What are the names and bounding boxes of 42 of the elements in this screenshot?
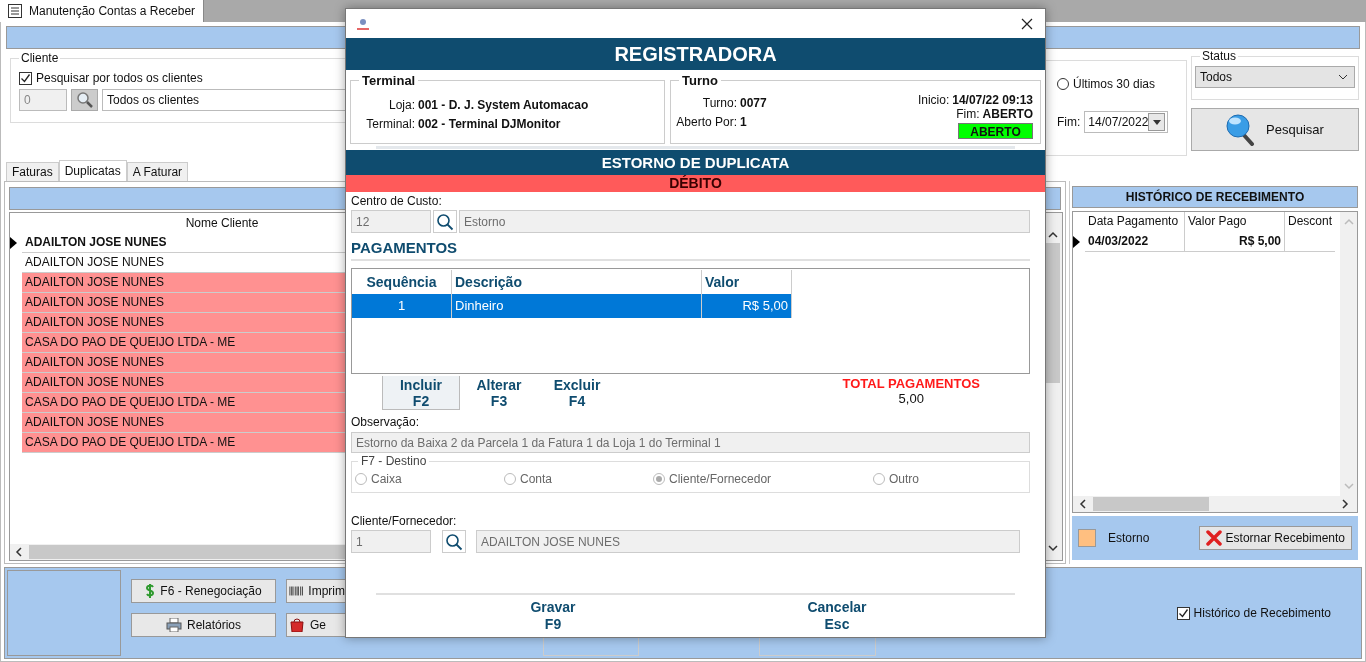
- field-label: Terminal:: [365, 116, 416, 131]
- section-title: PAGAMENTOS: [351, 239, 1030, 261]
- field-value: 14/07/22 09:13: [952, 93, 1033, 107]
- field-value: 1: [740, 114, 747, 129]
- group-label: Cliente: [19, 51, 61, 65]
- table-cell: R$ 5,00: [1185, 232, 1285, 252]
- field-label: Fim:: [956, 107, 981, 121]
- table-cell: R$ 5,00: [702, 294, 792, 318]
- group-label: Terminal: [359, 73, 419, 88]
- group-label: F7 - Destino: [358, 454, 430, 468]
- table-cell: Dinheiro: [452, 294, 702, 318]
- table-cell: 1: [352, 294, 452, 318]
- table-cell: 04/03/2022: [1085, 232, 1185, 252]
- checkbox-label: Histórico de Recebimento: [1193, 606, 1331, 620]
- dialog-header: REGISTRADORA: [346, 38, 1045, 70]
- operation-header: ESTORNO DE DUPLICATA: [346, 150, 1045, 175]
- radio-label: Outro: [889, 472, 919, 486]
- total-value: 5,00: [898, 391, 924, 406]
- radio-label: Últimos 30 dias: [1073, 77, 1156, 91]
- field-label: Centro de Custo:: [351, 195, 443, 208]
- field-label: Aberto Por:: [675, 114, 738, 129]
- type-banner: DÉBITO: [346, 175, 1045, 192]
- panel-title: HISTÓRICO DE RECEBIMENTO: [1072, 186, 1358, 208]
- group-label: Status: [1200, 49, 1239, 63]
- group-label: Turno: [679, 73, 721, 88]
- legend-label: Estorno: [1108, 531, 1150, 545]
- field-value: 0077: [740, 95, 767, 110]
- field-label: Cliente/Fornecedor:: [351, 515, 458, 528]
- field-label: Loja:: [387, 97, 416, 112]
- status-badge: ABERTO: [958, 123, 1033, 139]
- field-label: Inicio:: [917, 93, 951, 107]
- total-label: TOTAL PAGAMENTOS: [842, 376, 980, 391]
- checkbox-label: Pesquisar por todos os clientes: [36, 71, 203, 85]
- radio-label: Cliente/Fornecedor: [669, 472, 772, 486]
- field-label: Turno:: [701, 95, 738, 110]
- field-value: 001 - D. J. System Automacao: [418, 97, 589, 112]
- radio-label: Caixa: [371, 472, 402, 486]
- end-date-label: Fim:: [1057, 115, 1081, 129]
- field-value: 002 - Terminal DJMonitor: [418, 116, 561, 131]
- field-label: Observação:: [351, 416, 421, 429]
- field-value: ABERTO: [982, 107, 1033, 121]
- radio-label: Conta: [520, 472, 553, 486]
